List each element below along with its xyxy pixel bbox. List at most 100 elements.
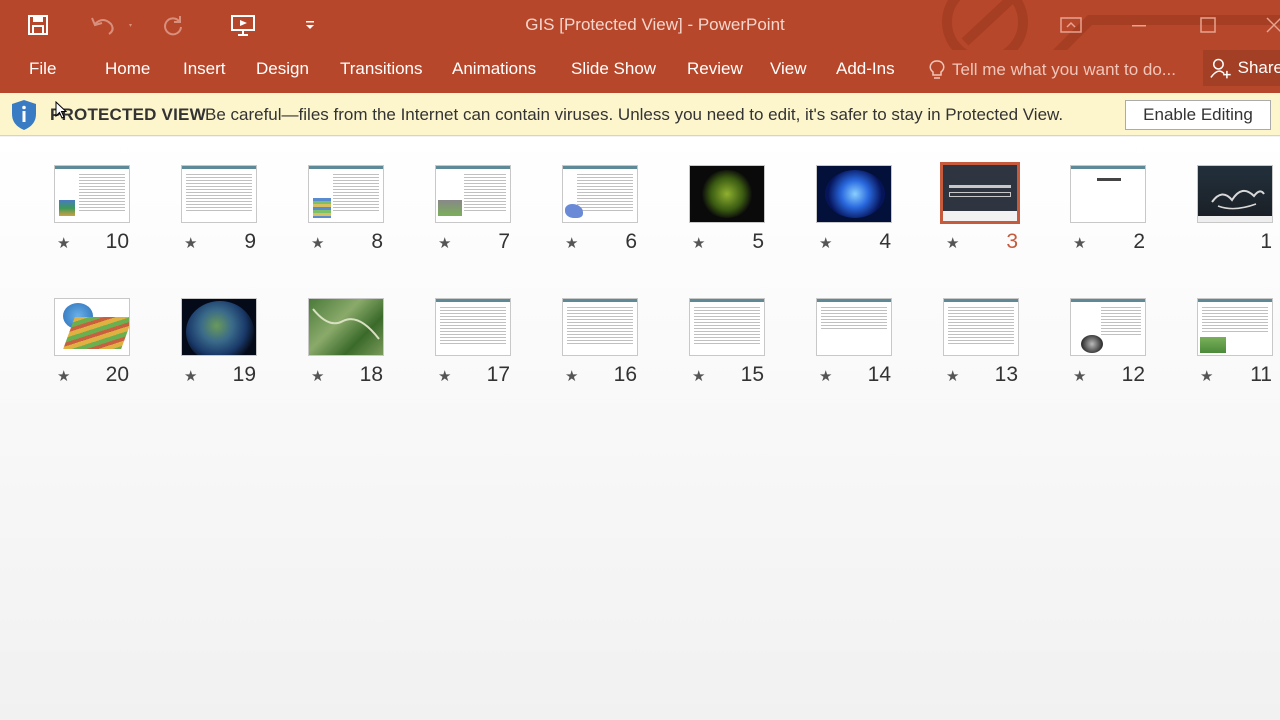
- tab-home[interactable]: Home: [105, 59, 150, 79]
- slide-thumbnail[interactable]: ★ 15: [689, 298, 779, 388]
- animation-star-icon: ★: [692, 235, 706, 252]
- slide-thumbnail[interactable]: ★ 11: [1197, 298, 1280, 388]
- tab-animations[interactable]: Animations: [452, 59, 536, 79]
- slide-number: 6: [625, 230, 637, 253]
- maximize-button[interactable]: [1178, 0, 1238, 50]
- ribbon-display-options-button[interactable]: [1041, 0, 1101, 50]
- tab-transitions[interactable]: Transitions: [340, 59, 423, 79]
- slide-preview: [689, 165, 765, 223]
- mouse-cursor-icon: [55, 101, 67, 119]
- tell-me-search[interactable]: Tell me what you want to do...: [928, 59, 1176, 81]
- ribbon-display-icon: [1060, 17, 1082, 33]
- slide-number: 8: [371, 230, 383, 253]
- ribbon-tab-bar: File Home Insert Design Transitions Anim…: [0, 50, 1280, 93]
- slide-thumbnail[interactable]: 1: [1197, 165, 1280, 255]
- animation-star-icon: ★: [311, 235, 325, 252]
- person-add-icon: [1210, 58, 1231, 79]
- slide-number: 7: [498, 230, 510, 253]
- animation-star-icon: ★: [184, 368, 198, 385]
- slide-preview: [1070, 298, 1146, 356]
- slide-preview: [816, 165, 892, 223]
- close-button[interactable]: [1250, 0, 1280, 50]
- slide-preview: [689, 298, 765, 356]
- slide-thumbnail-selected[interactable]: ★ 3: [940, 162, 1033, 255]
- slide-thumbnail[interactable]: ★ 6: [562, 165, 652, 255]
- slide-preview: [181, 298, 257, 356]
- slide-thumbnail[interactable]: ★ 8: [308, 165, 398, 255]
- animation-star-icon: ★: [438, 235, 452, 252]
- slide-preview: [1070, 165, 1146, 223]
- protected-view-title: PROTECTED VIEW: [50, 105, 206, 124]
- slide-number: 19: [232, 363, 256, 386]
- slide-thumbnail[interactable]: ★ 5: [689, 165, 779, 255]
- slide-thumbnail[interactable]: ★ 9: [181, 165, 271, 255]
- slide-thumbnail[interactable]: ★ 18: [308, 298, 398, 388]
- slide-number: 12: [1121, 363, 1145, 386]
- slide-thumbnail[interactable]: ★ 16: [562, 298, 652, 388]
- animation-star-icon: ★: [438, 368, 452, 385]
- tab-add-ins[interactable]: Add-Ins: [836, 59, 895, 79]
- tab-insert[interactable]: Insert: [183, 59, 226, 79]
- slide-number: 5: [752, 230, 764, 253]
- slide-number: 20: [105, 363, 129, 386]
- animation-star-icon: ★: [1200, 368, 1214, 385]
- animation-star-icon: ★: [1073, 235, 1087, 252]
- slide-thumbnail[interactable]: ★ 12: [1070, 298, 1160, 388]
- slide-preview: [943, 298, 1019, 356]
- slide-preview: [816, 298, 892, 356]
- animation-star-icon: ★: [946, 368, 960, 385]
- animation-star-icon: ★: [311, 368, 325, 385]
- slide-thumbnail[interactable]: ★ 4: [816, 165, 906, 255]
- slide-preview: [1197, 165, 1273, 223]
- slide-preview: [308, 298, 384, 356]
- slide-thumbnail[interactable]: ★ 13: [943, 298, 1033, 388]
- animation-star-icon: ★: [819, 235, 833, 252]
- slide-number: 2: [1133, 230, 1145, 253]
- aerial-map-image: [312, 308, 380, 340]
- slide-preview: [562, 165, 638, 223]
- maximize-icon: [1200, 17, 1216, 33]
- slide-preview: [435, 298, 511, 356]
- slide-thumbnail[interactable]: ★ 2: [1070, 165, 1160, 255]
- slide-thumbnail[interactable]: ★ 19: [181, 298, 271, 388]
- tab-design[interactable]: Design: [256, 59, 309, 79]
- slide-preview: [1197, 298, 1273, 356]
- slide-number: 11: [1250, 363, 1272, 386]
- slide-preview: [54, 165, 130, 223]
- slide-thumbnail[interactable]: ★ 7: [435, 165, 525, 255]
- protected-view-message: Be careful—files from the Internet can c…: [205, 105, 1064, 124]
- slide-preview: [562, 298, 638, 356]
- slide-thumbnail[interactable]: ★ 20: [54, 298, 144, 388]
- minimize-button[interactable]: [1109, 0, 1169, 50]
- share-button[interactable]: Share: [1203, 50, 1280, 86]
- calligraphy-image: [1211, 189, 1265, 210]
- slide-number: 13: [994, 363, 1018, 386]
- lightbulb-icon: [929, 60, 945, 79]
- tab-file[interactable]: File: [29, 59, 56, 79]
- slide-number: 14: [867, 363, 891, 386]
- animation-star-icon: ★: [819, 368, 833, 385]
- slide-number: 17: [486, 363, 510, 386]
- tab-review[interactable]: Review: [687, 59, 743, 79]
- animation-star-icon: ★: [1073, 368, 1087, 385]
- slide-sorter: ★ 10 ★ 9 ★ 8 ★ 7 ★ 6 ★ 5 ★ 4 ★ 3 ★ 2 1 ★…: [0, 137, 1280, 720]
- slide-number: 9: [244, 230, 256, 253]
- animation-star-icon: ★: [565, 235, 579, 252]
- slide-preview: [308, 165, 384, 223]
- slide-thumbnail[interactable]: ★ 14: [816, 298, 906, 388]
- slide-preview: [940, 162, 1020, 224]
- tab-slide-show[interactable]: Slide Show: [571, 59, 656, 79]
- slide-number: 16: [613, 363, 637, 386]
- tell-me-text: Tell me what you want to do...: [952, 60, 1176, 79]
- tab-view[interactable]: View: [770, 59, 807, 79]
- animation-star-icon: ★: [565, 368, 579, 385]
- slide-number: 15: [740, 363, 764, 386]
- slide-thumbnail[interactable]: ★ 17: [435, 298, 525, 388]
- share-label: Share: [1237, 58, 1280, 77]
- animation-star-icon: ★: [692, 368, 706, 385]
- enable-editing-button[interactable]: Enable Editing: [1125, 100, 1271, 130]
- animation-star-icon: ★: [57, 235, 71, 252]
- slide-number: 10: [105, 230, 129, 253]
- slide-preview: [435, 165, 511, 223]
- slide-thumbnail[interactable]: ★ 10: [54, 165, 144, 255]
